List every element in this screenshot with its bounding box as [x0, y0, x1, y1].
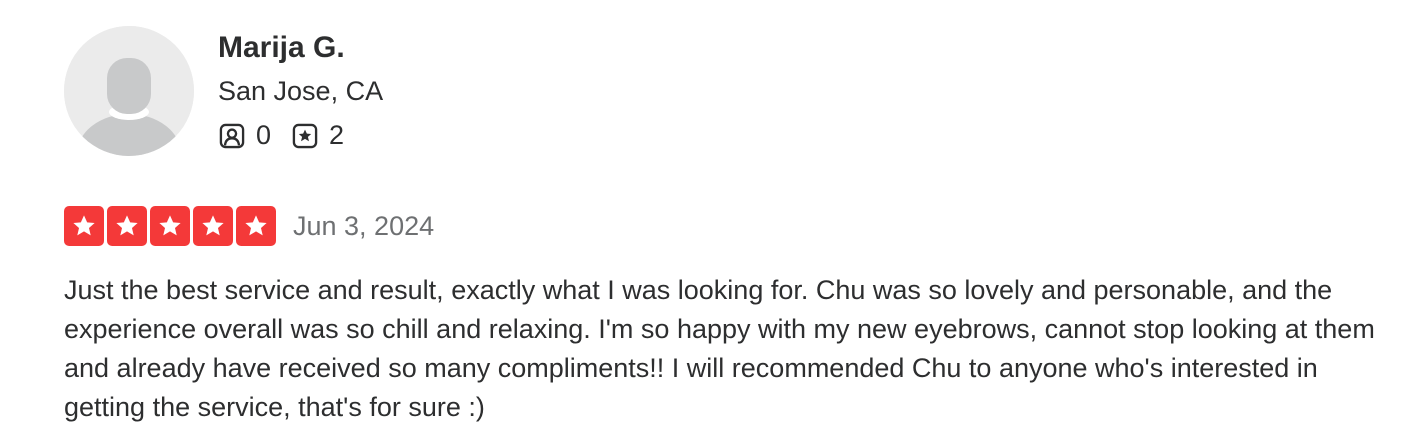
user-name[interactable]: Marija G.	[218, 30, 383, 66]
star-icon	[116, 215, 138, 236]
friends-count: 0	[256, 120, 272, 150]
default-avatar-icon	[64, 26, 194, 156]
star-rating	[64, 206, 279, 246]
star-icon	[73, 215, 95, 236]
review-card: Marija G. San Jose, CA 0 2 Jun 3, 2024 J…	[0, 0, 1418, 442]
reviews-stat: 2	[291, 120, 344, 151]
reviews-count: 2	[329, 120, 345, 150]
friends-stat: 0	[218, 120, 271, 151]
rating-star	[150, 206, 190, 246]
rating-star	[236, 206, 276, 246]
rating-star	[193, 206, 233, 246]
star-icon	[159, 215, 181, 236]
review-date: Jun 3, 2024	[293, 210, 435, 241]
avatar[interactable]	[64, 26, 194, 156]
star-icon	[245, 215, 267, 236]
user-stats: 0 2	[218, 120, 383, 151]
user-details: Marija G. San Jose, CA 0 2	[218, 26, 383, 151]
rating-star	[64, 206, 104, 246]
review-text: Just the best service and result, exactl…	[64, 275, 1375, 422]
review-star-icon	[292, 123, 318, 148]
star-icon	[202, 215, 224, 236]
rating-star	[107, 206, 147, 246]
reviewer-info: Marija G. San Jose, CA 0 2	[64, 26, 383, 156]
rating-row: Jun 3, 2024	[64, 206, 434, 246]
friends-icon	[219, 123, 245, 148]
user-location: San Jose, CA	[218, 76, 384, 106]
